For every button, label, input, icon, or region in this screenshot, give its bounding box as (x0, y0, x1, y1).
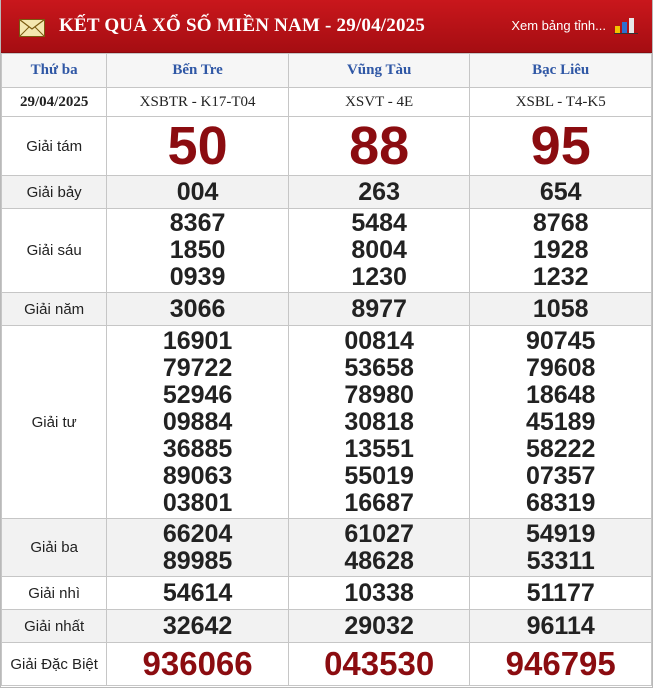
page-title: KẾT QUẢ XỔ SỐ MIỀN NAM - 29/04/2025 (59, 15, 426, 36)
prize-number: 79608 (525, 353, 596, 382)
jackpot-number: 946795 (469, 642, 652, 686)
prize-label: Giải ba (0, 518, 108, 577)
prize-label: Giải năm (0, 292, 108, 326)
prize-number: 1928 (532, 236, 589, 264)
prize-number: 0939 (169, 263, 226, 291)
prize-row-7: Giải bảy 004 263 654 (0, 175, 652, 209)
prize-number: 16687 (344, 488, 414, 517)
prize-row-8: Giải tám 50 88 95 (0, 116, 652, 176)
jackpot-number: 043530 (287, 642, 471, 686)
prize-number: 45189 (525, 407, 596, 436)
prize-number: 1232 (532, 263, 589, 291)
prize-number: 3066 (106, 292, 289, 326)
prize-number: 1058 (469, 292, 652, 326)
results-table: Thứ ba Bến Tre Vũng Tàu Bạc Liêu 29/04/2… (0, 53, 652, 686)
prize-number: 32642 (106, 609, 289, 643)
prize-row-6: Giải sáu 8367 1850 0939 5484 8004 1230 8… (0, 208, 652, 293)
prize-number: 95 (469, 116, 652, 176)
prize-number: 00814 (344, 326, 414, 355)
prize-number: 004 (106, 175, 289, 209)
prize-cell: 16901 79722 52946 09884 36885 89063 0380… (106, 325, 289, 519)
prize-number: 5484 (351, 209, 407, 237)
weekday-cell: Thứ ba (0, 53, 108, 88)
prize-number: 54919 (525, 519, 596, 548)
mail-icon (19, 19, 45, 37)
prize-number: 29032 (287, 609, 471, 643)
prize-number: 8977 (287, 292, 471, 326)
province-name[interactable]: Bạc Liêu (469, 53, 652, 88)
draw-code-row: 29/04/2025 XSBTR - K17-T04 XSVT - 4E XSB… (0, 87, 652, 117)
prize-number: 55019 (344, 461, 414, 490)
prize-number: 09884 (162, 407, 233, 436)
view-provinces-link[interactable]: Xem bảng tỉnh... (511, 0, 606, 52)
draw-code: XSVT - 4E (287, 87, 471, 117)
prize-number: 18648 (525, 380, 596, 409)
bar-chart-icon[interactable] (614, 16, 638, 34)
prize-number: 79722 (162, 353, 233, 382)
results-header: KẾT QUẢ XỔ SỐ MIỀN NAM - 29/04/2025 Xem … (1, 0, 652, 53)
prize-number: 61027 (344, 519, 414, 548)
prize-number: 58222 (525, 434, 596, 463)
prize-label: Giải nhất (0, 609, 108, 643)
draw-date: 29/04/2025 (0, 87, 108, 117)
prize-row-special: Giải Đặc Biệt 936066 043530 946795 (0, 642, 652, 686)
prize-cell: 5484 8004 1230 (287, 208, 471, 293)
prize-number: 03801 (162, 488, 233, 517)
prize-number: 263 (287, 175, 471, 209)
prize-number: 50 (106, 116, 289, 176)
province-header-row: Thứ ba Bến Tre Vũng Tàu Bạc Liêu (0, 53, 652, 88)
prize-number: 51177 (469, 576, 652, 610)
prize-number: 654 (469, 175, 652, 209)
prize-number: 89985 (162, 546, 233, 575)
prize-number: 48628 (344, 546, 414, 575)
prize-number: 8768 (532, 209, 589, 237)
prize-cell: 54919 53311 (469, 518, 652, 577)
prize-number: 07357 (525, 461, 596, 490)
prize-number: 10338 (287, 576, 471, 610)
prize-row-3: Giải ba 66204 89985 61027 48628 54919 53… (0, 518, 652, 577)
prize-number: 89063 (162, 461, 233, 490)
prize-number: 88 (287, 116, 471, 176)
prize-number: 78980 (344, 380, 414, 409)
lottery-results-panel: KẾT QUẢ XỔ SỐ MIỀN NAM - 29/04/2025 Xem … (0, 0, 653, 688)
prize-cell: 8768 1928 1232 (469, 208, 652, 293)
prize-number: 52946 (162, 380, 233, 409)
prize-number: 90745 (525, 326, 596, 355)
prize-row-4: Giải tư 16901 79722 52946 09884 36885 89… (0, 325, 652, 519)
prize-number: 96114 (469, 609, 652, 643)
prize-number: 36885 (162, 434, 233, 463)
prize-number: 53658 (344, 353, 414, 382)
draw-code: XSBTR - K17-T04 (106, 87, 289, 117)
prize-cell: 61027 48628 (287, 518, 471, 577)
prize-number: 53311 (526, 546, 595, 575)
prize-row-2: Giải nhì 54614 10338 51177 (0, 576, 652, 610)
prize-cell: 90745 79608 18648 45189 58222 07357 6831… (469, 325, 652, 519)
prize-number: 68319 (525, 488, 596, 517)
prize-label: Giải nhì (0, 576, 108, 610)
prize-cell: 8367 1850 0939 (106, 208, 289, 293)
prize-cell: 00814 53658 78980 30818 13551 55019 1668… (287, 325, 471, 519)
prize-number: 1230 (351, 263, 407, 291)
jackpot-number: 936066 (106, 642, 289, 686)
prize-label: Giải sáu (0, 208, 108, 293)
prize-label: Giải bảy (0, 175, 108, 209)
draw-code: XSBL - T4-K5 (469, 87, 652, 117)
prize-number: 8367 (169, 209, 226, 237)
prize-label: Giải tư (0, 325, 108, 519)
prize-number: 8004 (351, 236, 407, 264)
province-name[interactable]: Vũng Tàu (287, 53, 471, 88)
prize-number: 66204 (162, 519, 233, 548)
province-name[interactable]: Bến Tre (106, 53, 289, 88)
prize-number: 1850 (169, 236, 226, 264)
prize-number: 54614 (106, 576, 289, 610)
prize-number: 13551 (344, 434, 414, 463)
prize-row-5: Giải năm 3066 8977 1058 (0, 292, 652, 326)
prize-number: 30818 (344, 407, 414, 436)
prize-number: 16901 (162, 326, 233, 355)
prize-cell: 66204 89985 (106, 518, 289, 577)
prize-label: Giải tám (0, 116, 108, 176)
prize-row-1: Giải nhất 32642 29032 96114 (0, 609, 652, 643)
prize-label: Giải Đặc Biệt (0, 642, 108, 686)
